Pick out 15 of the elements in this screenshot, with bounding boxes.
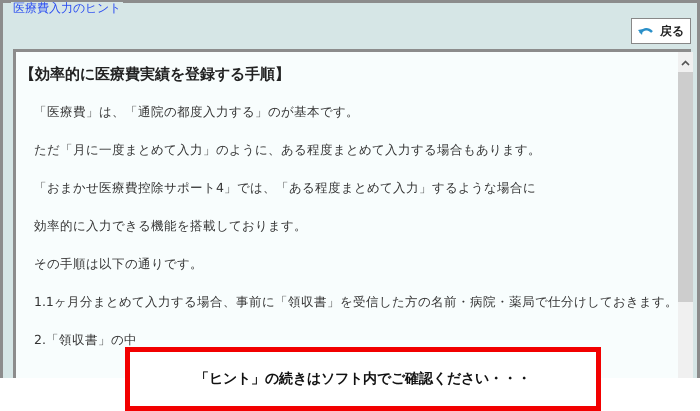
scrollbar[interactable] bbox=[678, 52, 693, 378]
scroll-thumb[interactable] bbox=[678, 72, 693, 302]
back-button[interactable]: 戻る bbox=[631, 18, 691, 44]
hint-paragraph: 「医療費」は、「通院の都度入力する」のが基本です。 bbox=[33, 103, 359, 121]
undo-arrow-icon bbox=[638, 26, 654, 36]
group-title: 医療費入力のヒント bbox=[11, 2, 123, 14]
hint-paragraph: 2.「領収書」の中 bbox=[33, 331, 137, 349]
hint-heading: 【効率的に医療費実績を登録する手順】 bbox=[20, 64, 291, 84]
hint-paragraph: 効率的に入力できる機能を搭載しております。 bbox=[33, 217, 307, 235]
hint-paragraph: その手順は以下の通りです。 bbox=[33, 255, 203, 273]
scroll-up-icon[interactable] bbox=[680, 60, 690, 66]
hint-paragraph: ただ「月に一度まとめて入力」のように、ある程度まとめて入力する場合もあります。 bbox=[33, 141, 541, 159]
notice-text: 「ヒント」の続きはソフト内でご確認ください・・・ bbox=[195, 370, 531, 388]
hint-paragraph: 「おまかせ医療費控除サポート4」では、「ある程度まとめて入力」するような場合に bbox=[33, 179, 536, 197]
hint-paragraph: 1.1ヶ月分まとめて入力する場合、事前に「領収書」を受信した方の名前・病院・薬局で仕分けしておきます。 bbox=[33, 293, 678, 311]
